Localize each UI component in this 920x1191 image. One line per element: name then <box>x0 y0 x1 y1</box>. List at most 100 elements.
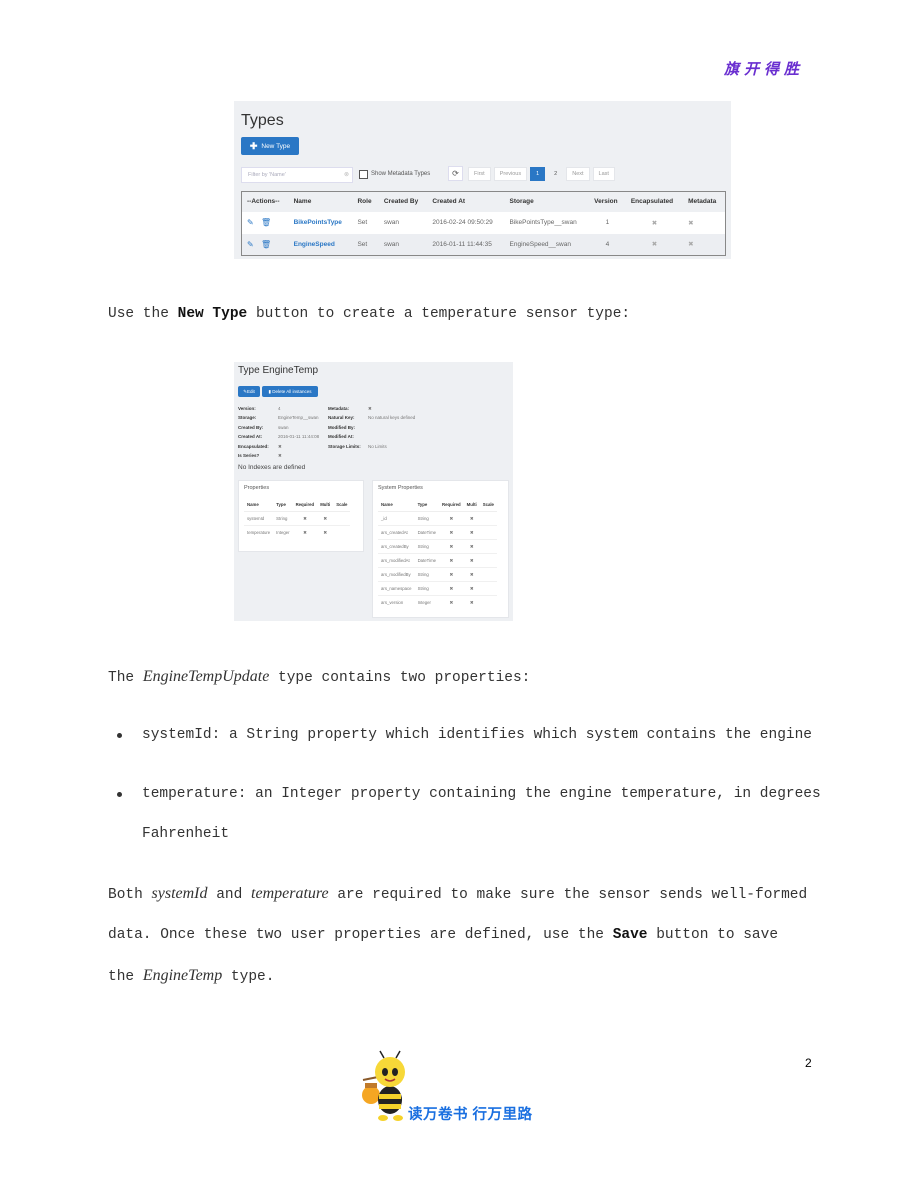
table-cell: ✖ <box>439 525 464 540</box>
trash-icon[interactable]: 🗑 <box>261 218 271 227</box>
paragraph-required-line3: the EngineTemp type. <box>108 967 274 985</box>
type-name-link[interactable]: EngineSpeed <box>289 234 353 256</box>
text: button to save <box>656 927 779 943</box>
info-key: Modified By: <box>328 424 355 430</box>
table-cell: ars_createdBy <box>378 539 415 554</box>
show-metadata-label: Show Metadata Types <box>371 171 431 177</box>
info-key: Is Series? <box>238 453 260 458</box>
table-cell <box>479 581 497 596</box>
page-last[interactable]: Last <box>592 167 615 181</box>
col-name[interactable]: Name <box>289 192 353 212</box>
page-2[interactable]: 2 <box>548 167 563 181</box>
info-key: Storage: <box>238 415 257 421</box>
system-properties-table: Name Type Required Multi Scale _id String ✖ ✖ ars… <box>378 498 497 609</box>
paragraph-properties-intro: The EngineTempUpdate type contains two p… <box>108 668 530 686</box>
table-row: ars_createdBy String ✖ ✖ <box>378 539 497 554</box>
col-actions: --Actions-- <box>247 198 280 206</box>
col-role[interactable]: Role <box>352 192 378 212</box>
table-row: systemId String ✖ ✖ <box>244 511 351 526</box>
properties-table: Name Type Required Multi Scale systemId String… <box>244 498 351 539</box>
edit-pencil-icon[interactable]: ✎ <box>247 218 254 227</box>
system-properties-title: System Properties <box>378 485 423 491</box>
col-storage[interactable]: Storage <box>505 192 590 212</box>
page-first[interactable]: First <box>468 167 491 181</box>
info-key: Encapsulated: <box>238 443 269 449</box>
delete-all-instances-button[interactable]: ▮ Delete All instances <box>262 386 318 397</box>
text: Use the <box>108 306 178 322</box>
clear-icon[interactable]: ⊗ <box>344 171 349 178</box>
page-1[interactable]: 1 <box>530 167 546 181</box>
table-cell: ✖ <box>463 567 480 582</box>
type-name-link[interactable]: BikePointsType <box>289 212 353 234</box>
footer-slogan: 读万卷书 行万里路 <box>408 1107 533 1123</box>
delete-label: Delete All instances <box>272 389 312 394</box>
info-value: No natural keys defined <box>368 415 416 421</box>
page-previous[interactable]: Previous <box>493 167 528 181</box>
table-cell: ars_modifiedBy <box>378 567 415 582</box>
table-cell: ✖ <box>463 581 480 596</box>
cell-metadata: ✖ <box>688 219 694 227</box>
cell-created-by: swan <box>383 240 400 248</box>
table-cell: ✖ <box>439 581 464 596</box>
table-cell: ✖ <box>463 511 480 526</box>
new-type-button[interactable]: ✚ New Type <box>241 137 299 155</box>
col-version[interactable]: Version <box>589 192 626 212</box>
types-screenshot: Types ✚ New Type Filter by 'Name' ⊗ Show… <box>234 101 731 259</box>
table-cell <box>479 595 497 609</box>
column-header: Required <box>439 498 464 512</box>
info-key: Storage Limits: <box>328 443 361 449</box>
table-cell: systemId <box>244 511 274 526</box>
edit-pencil-icon[interactable]: ✎ <box>247 240 254 249</box>
properties-title: Properties <box>244 485 270 491</box>
col-created-by[interactable]: Created By <box>379 192 428 212</box>
column-header: Name <box>378 498 415 512</box>
text: The <box>108 670 143 686</box>
table-cell: ✖ <box>463 595 480 609</box>
trash-icon[interactable]: 🗑 <box>261 240 271 249</box>
temperature-term: temperature <box>251 885 329 902</box>
table-cell: ars_modifiedAt <box>378 553 415 568</box>
table-cell: ✖ <box>439 595 464 609</box>
type-detail-screenshot: Type EngineTemp ✎ Edit ▮ Delete All insta… <box>234 362 513 621</box>
table-cell: ars_namespace <box>378 581 415 596</box>
cell-storage: EngineSpeed__swan <box>509 240 571 248</box>
col-encapsulated[interactable]: Encapsulated <box>626 192 683 212</box>
table-cell <box>479 567 497 582</box>
col-created-at[interactable]: Created At <box>427 192 504 212</box>
table-cell <box>479 525 497 540</box>
text: data. Once these two user properties are… <box>108 927 613 943</box>
info-value: EngineTemp__swan <box>278 415 319 421</box>
text: type. <box>230 969 275 985</box>
table-cell: ✖ <box>439 567 464 582</box>
new-type-label: New Type <box>261 142 291 150</box>
column-header: Multi <box>317 498 334 512</box>
info-value: ✖ <box>278 443 282 449</box>
cell-role: Set <box>357 219 368 226</box>
table-cell: ✖ <box>292 525 318 539</box>
info-value: ✖ <box>278 453 282 458</box>
edit-label: Edit <box>247 389 255 394</box>
refresh-icon[interactable]: ⟳ <box>448 166 463 181</box>
filter-placeholder: Filter by 'Name' <box>248 172 286 178</box>
show-metadata-checkbox[interactable] <box>359 170 368 179</box>
filter-input[interactable]: Filter by 'Name' ⊗ <box>241 167 353 183</box>
edit-button[interactable]: ✎ Edit <box>238 386 260 397</box>
table-cell: String <box>273 511 293 526</box>
table-row: temperature Integer ✖ ✖ <box>244 525 351 539</box>
info-key: Modified At: <box>328 434 354 440</box>
info-value: 2016-01-11 11:44:08 <box>278 434 320 440</box>
types-table: --Actions-- Name Role Created By Created… <box>241 191 726 256</box>
page-number: 2 <box>805 1056 812 1070</box>
text: button to create a temperature sensor ty… <box>255 306 631 322</box>
col-metadata[interactable]: Metadata <box>683 192 725 212</box>
table-row: ars_version Integer ✖ ✖ <box>378 595 497 609</box>
engine-temp-term: EngineTemp <box>142 967 223 984</box>
paragraph-required-line2: data. Once these two user properties are… <box>108 927 778 943</box>
table-cell <box>333 525 351 539</box>
types-title: Types <box>241 112 284 129</box>
column-header: Type <box>273 498 293 512</box>
page-next[interactable]: Next <box>566 167 590 181</box>
table-cell: ✖ <box>292 511 318 526</box>
bullet-dot <box>117 733 122 738</box>
info-value: 4 <box>278 406 281 411</box>
